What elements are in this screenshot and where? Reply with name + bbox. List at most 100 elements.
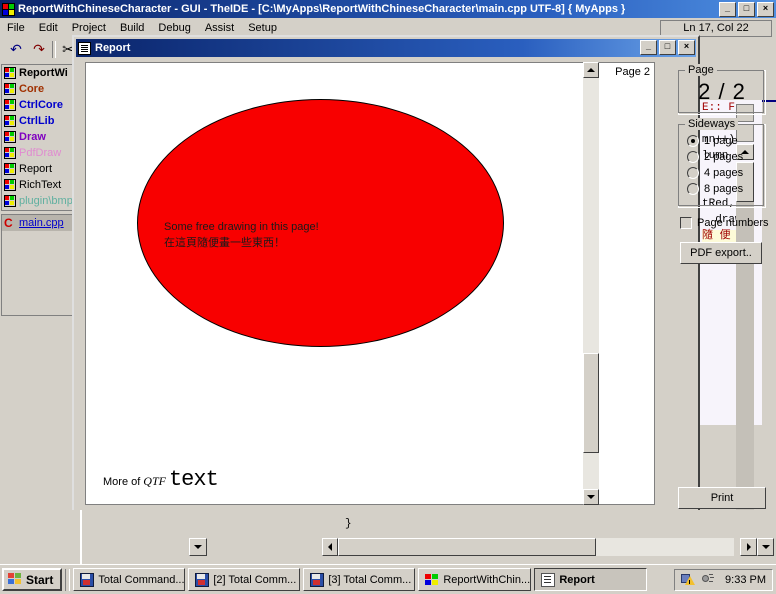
editor-vscroll-down-button[interactable] — [757, 538, 774, 556]
toolbar-separator — [52, 41, 56, 58]
menu-item-edit[interactable]: Edit — [32, 20, 65, 36]
ide-title-text: ReportWithChineseCharacter - GUI - TheID… — [18, 3, 625, 15]
menu-item-project[interactable]: Project — [65, 20, 113, 36]
taskbar-item-total-commander-1[interactable]: Total Command... — [73, 568, 185, 591]
taskbar-item-label: ReportWithChin... — [443, 574, 530, 586]
menu-item-build[interactable]: Build — [113, 20, 151, 36]
radio-label: 1 page — [704, 135, 738, 147]
preview-scroll-up-button[interactable] — [583, 62, 599, 78]
package-label: ReportWi — [19, 67, 68, 79]
package-item-core[interactable]: Core — [2, 81, 80, 97]
arrow-down-icon — [762, 545, 770, 549]
report-window-buttons: _ □ × — [640, 40, 695, 55]
preview-scroll-track-upper[interactable] — [583, 78, 599, 353]
report-maximize-button[interactable]: □ — [659, 40, 676, 55]
warning-icon[interactable] — [681, 572, 696, 587]
menu-item-file[interactable]: File — [0, 20, 32, 36]
arrow-up-icon — [587, 68, 595, 72]
file-item-main-cpp[interactable]: C main.cpp — [2, 215, 80, 231]
document-icon — [541, 573, 555, 587]
arrow-left-icon — [328, 543, 332, 551]
report-minimize-button[interactable]: _ — [640, 40, 657, 55]
taskbar-item-label: Total Command... — [98, 574, 184, 586]
menu-item-setup[interactable]: Setup — [241, 20, 284, 36]
page-numbers-label: Page numbers — [697, 217, 769, 229]
package-item-reportwi[interactable]: ReportWi — [2, 65, 80, 81]
checkbox-indicator-icon — [680, 217, 692, 229]
preview-scroll-down-button[interactable] — [583, 489, 599, 505]
radio-8-pages[interactable]: 8 pages — [687, 183, 743, 195]
package-item-draw[interactable]: Draw — [2, 129, 80, 145]
ide-close-button[interactable]: × — [757, 2, 774, 17]
package-item-ctrlcore[interactable]: CtrlCore — [2, 97, 80, 113]
menu-item-assist[interactable]: Assist — [198, 20, 241, 36]
taskbar-separator — [65, 569, 70, 591]
taskbar-item-reportwithchinese[interactable]: ReportWithChin... — [418, 568, 531, 591]
taskbar-item-total-commander-2[interactable]: [2] Total Comm... — [188, 568, 300, 591]
radio-2-pages[interactable]: 2 pages — [687, 151, 743, 163]
package-label: RichText — [19, 179, 61, 191]
qtf-footer-line: More of QTF text — [103, 467, 218, 492]
radio-indicator-icon — [687, 183, 699, 195]
radio-label: 2 pages — [704, 151, 743, 163]
editor-hscroll-thumb[interactable] — [338, 538, 596, 556]
editor-hscroll-left-button[interactable] — [322, 538, 338, 556]
undo-icon[interactable]: ↶ — [6, 40, 26, 59]
page-numbers-checkbox[interactable]: Page numbers — [680, 217, 769, 229]
file-list[interactable]: C main.cpp — [1, 214, 80, 316]
ide-maximize-button[interactable]: □ — [738, 2, 755, 17]
package-cube-icon — [4, 67, 16, 79]
app-cube-icon — [2, 3, 15, 16]
sideways-group-title: Sideways — [685, 118, 738, 130]
radio-4-pages[interactable]: 4 pages — [687, 167, 743, 179]
arrow-down-icon — [194, 545, 202, 549]
taskbar-item-total-commander-3[interactable]: [3] Total Comm... — [303, 568, 415, 591]
package-cube-icon — [4, 163, 16, 175]
editor-hscroll-right-button[interactable] — [740, 538, 757, 556]
ide-minimize-button[interactable]: _ — [719, 2, 736, 17]
package-cube-icon — [4, 115, 16, 127]
start-button[interactable]: Start — [2, 568, 62, 591]
menu-item-debug[interactable]: Debug — [151, 20, 197, 36]
package-item-report[interactable]: Report — [2, 161, 80, 177]
taskbar-clock: 9:33 PM — [725, 574, 766, 586]
qtf-footer-part3: text — [169, 467, 218, 492]
package-item-ctrllib[interactable]: CtrlLib — [2, 113, 80, 129]
package-panel: ReportWi Core CtrlCore — [0, 62, 80, 510]
taskbar-item-label: Report — [559, 574, 594, 586]
page-indicator-label: Page 2 — [615, 66, 650, 78]
report-title-bar[interactable]: Report _ □ × — [76, 39, 696, 57]
preview-scrollbar[interactable] — [583, 62, 599, 505]
windows-flag-icon — [8, 573, 22, 586]
package-cube-icon — [4, 195, 16, 207]
package-list[interactable]: ReportWi Core CtrlCore — [1, 64, 80, 211]
package-label: Draw — [19, 131, 46, 143]
pdf-export-button[interactable]: PDF export.. — [680, 242, 762, 264]
radio-1-page[interactable]: 1 page — [687, 135, 738, 147]
print-button[interactable]: Print — [678, 487, 766, 509]
tree-scroll-down-button[interactable] — [189, 538, 207, 556]
package-label: Core — [19, 83, 44, 95]
preview-scroll-track-lower[interactable] — [583, 453, 599, 489]
cpp-file-icon: C — [4, 217, 16, 229]
taskbar-item-label: [3] Total Comm... — [328, 574, 411, 586]
radio-label: 8 pages — [704, 183, 743, 195]
package-item-pdfdraw[interactable]: PdfDraw — [2, 145, 80, 161]
editor-hscroll-track[interactable] — [338, 538, 734, 556]
radio-indicator-icon — [687, 151, 699, 163]
package-cube-icon — [4, 83, 16, 95]
app-cube-icon — [425, 573, 439, 587]
redo-icon[interactable]: ↷ — [29, 40, 49, 59]
bottom-scroll-strip: } — [0, 510, 776, 564]
package-label: PdfDraw — [19, 147, 61, 159]
preview-scroll-thumb[interactable] — [583, 353, 599, 453]
report-side-panel: Page 2 / 2 Sideways 1 page 2 pages 4 pag… — [672, 62, 770, 505]
sideways-group: Sideways 1 page 2 pages 4 pages 8 pages — [678, 124, 766, 208]
volume-icon[interactable] — [700, 572, 715, 587]
report-close-button[interactable]: × — [678, 40, 695, 55]
package-item-richtext[interactable]: RichText — [2, 177, 80, 193]
report-preview-canvas[interactable]: Page 2 Some free drawing in this page! 在… — [85, 62, 655, 505]
report-preview-window: Report _ □ × Page 2 Some free drawing in… — [72, 35, 700, 513]
package-item-pluginbmp[interactable]: plugin\bmp — [2, 193, 80, 209]
taskbar-item-report[interactable]: Report — [534, 568, 647, 591]
